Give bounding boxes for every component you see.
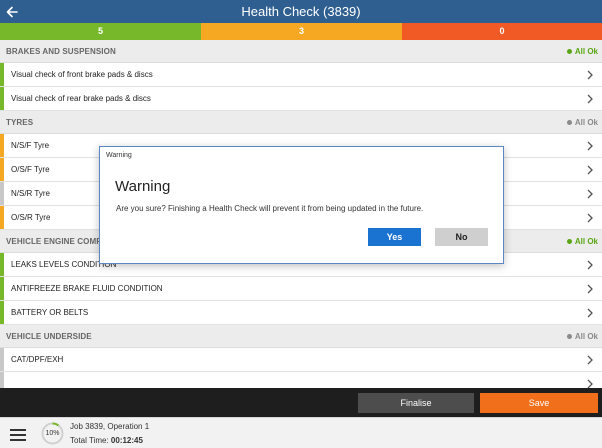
- save-button[interactable]: Save: [480, 393, 598, 413]
- total-time-label: Total Time:: [70, 436, 109, 445]
- total-time-value: 00:12:45: [110, 436, 143, 445]
- section-status-label: All Ok: [574, 332, 598, 341]
- section-title: VEHICLE UNDERSIDE: [6, 332, 92, 341]
- item-label: O/S/F Tyre: [11, 165, 50, 174]
- item-status-bar: [0, 158, 4, 181]
- chevron-right-icon: [587, 260, 593, 270]
- item-status-bar: [0, 63, 4, 86]
- status-dot-icon: [566, 120, 572, 125]
- hamburger-menu-icon[interactable]: [10, 429, 26, 441]
- status-dot-icon: [566, 334, 572, 339]
- item-status-bar: [0, 87, 4, 110]
- status-count-amber: 3: [201, 23, 402, 40]
- item-label: ANTIFREEZE BRAKE FLUID CONDITION: [11, 284, 163, 293]
- yes-button[interactable]: Yes: [368, 228, 421, 246]
- app-window: Health Check (3839) 5 3 0 BRAKES AND SUS…: [0, 0, 602, 448]
- item-status-bar: [0, 277, 4, 300]
- item-label: O/S/R Tyre: [11, 213, 51, 222]
- item-label: CAT/DPF/EXH: [11, 355, 64, 364]
- section-header: VEHICLE UNDERSIDE All Ok: [0, 325, 602, 348]
- item-status-bar: [0, 372, 4, 388]
- dialog-heading: Warning: [115, 178, 171, 195]
- chevron-right-icon: [587, 141, 593, 151]
- status-count-red: 0: [402, 23, 602, 40]
- check-item[interactable]: Visual check of rear brake pads & discs: [0, 87, 602, 111]
- check-item[interactable]: BATTERY OR BELTS: [0, 301, 602, 325]
- section-status: All Ok: [566, 111, 598, 134]
- total-time: Total Time: 00:12:45: [70, 436, 143, 445]
- item-label: Visual check of rear brake pads & discs: [11, 94, 151, 103]
- section-title: BRAKES AND SUSPENSION: [6, 47, 116, 56]
- check-item[interactable]: ANTIFREEZE BRAKE FLUID CONDITION: [0, 277, 602, 301]
- section-status: All Ok: [566, 230, 598, 253]
- job-operation-label: Job 3839, Operation 1: [70, 422, 150, 431]
- section-status-label: All Ok: [574, 237, 598, 246]
- section-status-label: All Ok: [574, 47, 598, 56]
- item-status-bar: [0, 134, 4, 157]
- check-item[interactable]: [0, 372, 602, 388]
- chevron-right-icon: [587, 70, 593, 80]
- job-info-bar: 10% Job 3839, Operation 1 Total Time: 00…: [0, 417, 602, 448]
- chevron-right-icon: [587, 284, 593, 294]
- section-status: All Ok: [566, 40, 598, 63]
- chevron-right-icon: [587, 165, 593, 175]
- item-status-bar: [0, 301, 4, 324]
- check-item[interactable]: Visual check of front brake pads & discs: [0, 63, 602, 87]
- check-item[interactable]: CAT/DPF/EXH: [0, 348, 602, 372]
- item-label: N/S/F Tyre: [11, 141, 50, 150]
- status-summary-bar: 5 3 0: [0, 23, 602, 40]
- warning-dialog: Warning Warning Are you sure? Finishing …: [99, 146, 504, 264]
- item-status-bar: [0, 348, 4, 371]
- chevron-right-icon: [587, 213, 593, 223]
- no-button[interactable]: No: [435, 228, 488, 246]
- page-title: Health Check (3839): [241, 4, 361, 19]
- section-header: TYRES All Ok: [0, 111, 602, 134]
- chevron-right-icon: [587, 94, 593, 104]
- section-header: BRAKES AND SUSPENSION All Ok: [0, 40, 602, 63]
- action-bar: Finalise Save: [0, 388, 602, 417]
- chevron-right-icon: [587, 308, 593, 318]
- progress-percent: 10%: [45, 430, 60, 437]
- item-status-bar: [0, 182, 4, 205]
- finalise-button[interactable]: Finalise: [358, 393, 474, 413]
- app-header: Health Check (3839): [0, 0, 602, 23]
- section-title: TYRES: [6, 118, 34, 127]
- dialog-message: Are you sure? Finishing a Health Check w…: [116, 204, 424, 213]
- item-label: Visual check of front brake pads & discs: [11, 70, 153, 79]
- status-dot-icon: [566, 49, 572, 54]
- chevron-right-icon: [587, 189, 593, 199]
- chevron-right-icon: [587, 355, 593, 365]
- dialog-window-title: Warning: [106, 152, 132, 159]
- item-status-bar: [0, 253, 4, 276]
- item-status-bar: [0, 206, 4, 229]
- status-count-green: 5: [0, 23, 201, 40]
- item-label: BATTERY OR BELTS: [11, 308, 89, 317]
- section-status: All Ok: [566, 325, 598, 348]
- status-dot-icon: [566, 239, 572, 244]
- section-status-label: All Ok: [574, 118, 598, 127]
- item-label: N/S/R Tyre: [11, 189, 50, 198]
- chevron-right-icon: [587, 379, 593, 388]
- section-title: VEHICLE ENGINE COMPA: [6, 237, 107, 246]
